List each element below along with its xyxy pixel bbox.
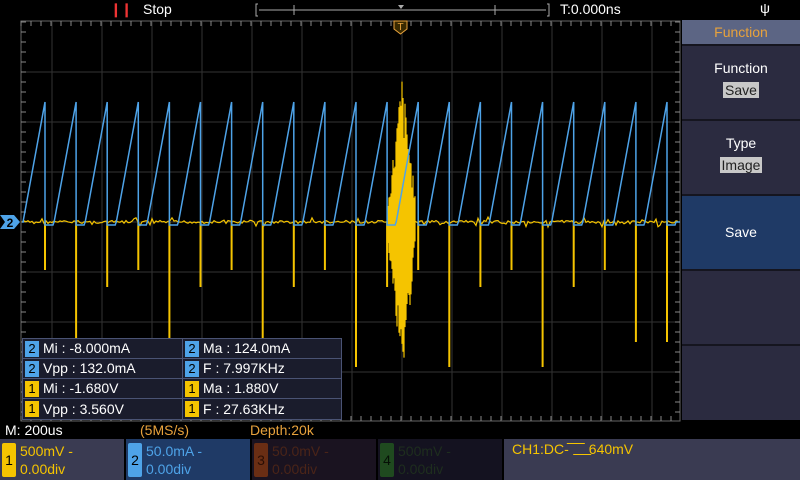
measurement-value: Ma : 124.0mA <box>203 340 291 356</box>
ch4-scale: 500mV - <box>398 442 451 459</box>
ch1-scale: 500mV - <box>20 442 73 459</box>
ch2-offset: 0.00div <box>146 460 192 477</box>
measurement-panel: 2 Mi : -8.000mA 2 Ma : 124.0mA 2 Vpp : 132.0m… <box>22 338 342 420</box>
ch2-trace <box>22 101 680 226</box>
measurement-row: 2 Vpp : 132.0mA 2 F : 7.997KHz <box>23 359 341 379</box>
menu-type-value: Image <box>719 157 763 173</box>
measurement-item: 2 Vpp : 132.0mA <box>23 359 182 378</box>
ch1-badge: 1 <box>2 442 16 477</box>
falling-edge-icon <box>566 443 592 455</box>
timebase[interactable]: M: 200us <box>5 422 63 438</box>
ch3-settings[interactable]: 3 50.0mV -0.00div <box>252 439 376 480</box>
channel-badge: 1 <box>25 380 39 397</box>
measurement-item: 1F : 27.63KHz <box>182 399 341 419</box>
trigger-marker: T <box>393 20 408 35</box>
ch3-offset: 0.00div <box>272 460 318 477</box>
run-state[interactable]: Stop <box>143 1 172 17</box>
channel-badge: 2 <box>25 360 39 377</box>
top-bar: ❙❙ Stop T:0.000ns ψ <box>0 0 800 20</box>
ch3-badge: 3 <box>254 442 268 477</box>
ch4-badge: 4 <box>380 442 394 477</box>
ch2-badge: 2 <box>128 442 142 477</box>
memory-depth: Depth:20k <box>250 422 314 438</box>
trigger-source: CH1:DC- <box>512 441 569 457</box>
ch4-settings[interactable]: 4 500mV -0.00div <box>378 439 502 480</box>
measurement-row: 2 Mi : -8.000mA 2 Ma : 124.0mA <box>23 339 341 359</box>
save-button[interactable]: Save <box>682 194 800 269</box>
channel-badge: 2 <box>185 340 199 357</box>
horizontal-position-bar[interactable] <box>255 3 550 17</box>
menu-empty-2 <box>682 344 800 416</box>
measurement-value: Mi : -1.680V <box>43 380 119 396</box>
menu-type[interactable]: Type Image <box>682 119 800 194</box>
measurement-item: 2F : 7.997KHz <box>182 359 341 378</box>
menu-function[interactable]: Function Save <box>682 44 800 119</box>
ch4-offset: 0.00div <box>398 460 444 477</box>
save-label: Save <box>725 224 757 240</box>
measurement-item: 2 Ma : 124.0mA <box>182 339 341 358</box>
svg-text:2: 2 <box>7 216 14 230</box>
measurement-value: F : 27.63KHz <box>203 400 285 417</box>
sample-rate: (5MS/s) <box>140 422 189 438</box>
measurement-row: 1 Mi : -1.680V 1 Ma : 1.880V <box>23 379 341 399</box>
ch3-scale: 50.0mV - <box>272 442 329 459</box>
menu-title: Function <box>682 20 800 44</box>
usb-icon: ψ <box>760 0 770 16</box>
measurement-row: 1 Vpp : 3.560V 1 F : 27.63KHz <box>23 399 341 419</box>
menu-function-value: Save <box>723 82 759 98</box>
trigger-marker-label: T <box>397 22 403 33</box>
function-menu: Function Function Save Type Image Save <box>682 20 800 420</box>
ch1-offset: 0.00div <box>20 460 66 477</box>
channel-badge: 1 <box>25 401 39 417</box>
measurement-value: Vpp : 132.0mA <box>43 360 136 376</box>
measurement-item: 1 Mi : -1.680V <box>23 379 182 398</box>
measurement-value: Mi : -8.000mA <box>43 340 131 356</box>
trigger-level: 640mV <box>588 441 634 457</box>
menu-function-label: Function <box>714 60 768 76</box>
channel-badge: 2 <box>25 340 39 357</box>
channel-badge: 1 <box>185 401 199 417</box>
ch2-scale: 50.0mA - <box>146 442 203 459</box>
trigger-settings[interactable]: CH1:DC- 640mV <box>504 439 800 480</box>
ch2-settings[interactable]: 2 50.0mA -0.00div <box>126 439 250 480</box>
status-bar: M: 200us (5MS/s) Depth:20k <box>0 422 800 439</box>
measurement-item: 1 Vpp : 3.560V <box>23 399 182 419</box>
measurement-value: F : 7.997KHz <box>203 360 285 376</box>
ch1-settings[interactable]: 1 500mV -0.00div <box>0 439 124 480</box>
measurement-value: Ma : 1.880V <box>203 380 279 396</box>
menu-empty-1 <box>682 269 800 344</box>
channel-badge: 1 <box>185 380 199 397</box>
ch2-marker: 2 <box>0 215 20 230</box>
measurement-item: 1 Ma : 1.880V <box>182 379 341 398</box>
menu-type-label: Type <box>725 135 757 151</box>
pause-icon: ❙❙ <box>110 1 132 17</box>
channel-bar: 1 500mV -0.00div 2 50.0mA -0.00div 3 50.… <box>0 439 800 480</box>
trigger-time: T:0.000ns <box>560 1 621 17</box>
measurement-item: 2 Mi : -8.000mA <box>23 339 182 358</box>
ch2-waveform <box>22 101 680 226</box>
channel-badge: 2 <box>185 360 199 377</box>
measurement-value: Vpp : 3.560V <box>43 400 124 417</box>
